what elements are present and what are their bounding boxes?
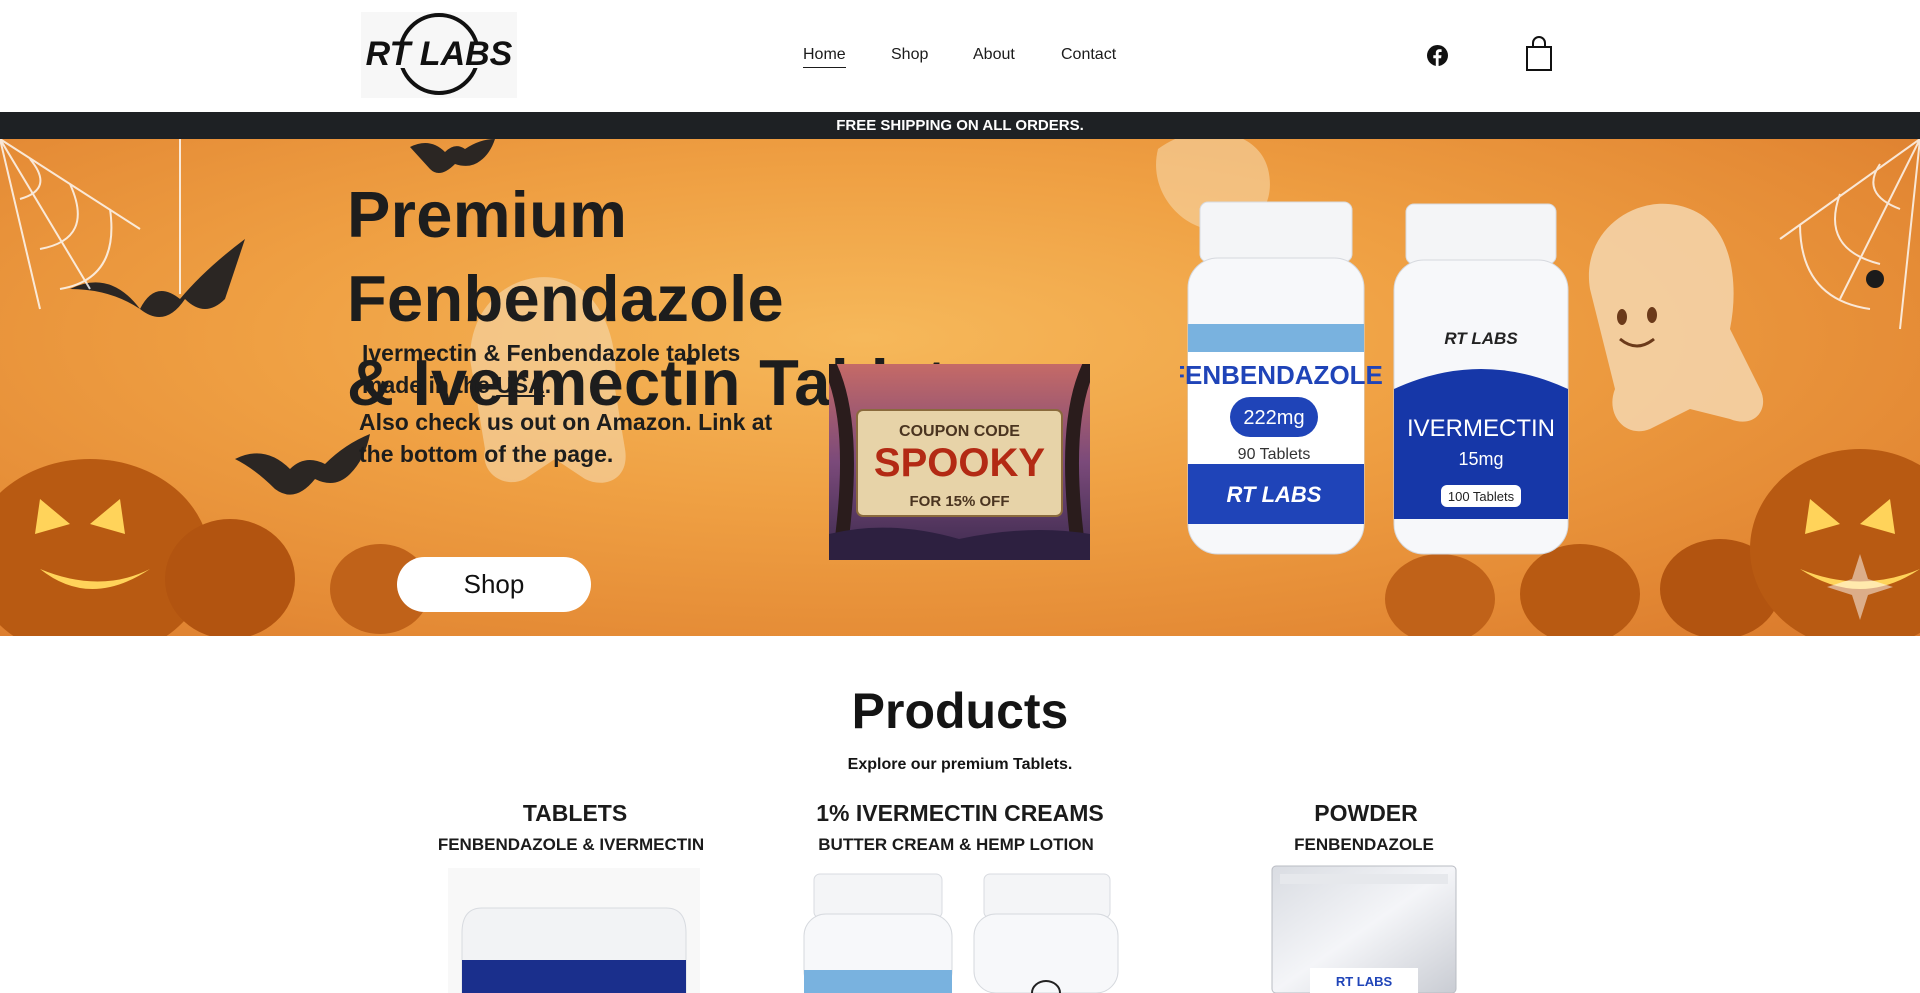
svg-text:COUPON CODE: COUPON CODE: [899, 423, 1020, 440]
nav-contact[interactable]: Contact: [1061, 44, 1116, 66]
category-tablets-subtitle: FENBENDAZOLE & IVERMECTIN: [437, 835, 705, 854]
svg-text:100 Tablets: 100 Tablets: [1448, 489, 1515, 504]
main-nav: Home Shop About Contact: [0, 44, 1920, 68]
category-tablets-title[interactable]: TABLETS: [475, 800, 675, 827]
svg-text:FOR 15% OFF: FOR 15% OFF: [909, 493, 1009, 510]
svg-text:FENBENDAZOLE: FENBENDAZOLE: [1180, 360, 1383, 390]
svg-text:SPOOKY: SPOOKY: [874, 441, 1045, 485]
nav-about[interactable]: About: [973, 44, 1015, 66]
products-heading: Products: [851, 683, 1069, 739]
tablets-product-image[interactable]: [448, 868, 700, 993]
hero-shop-button[interactable]: Shop: [397, 557, 591, 612]
product-bottles-image: FENBENDAZOLE 222mg 90 Tablets RT LABS RT…: [1169, 194, 1580, 564]
ivermectin-bottle: RT LABS IVERMECTIN 15mg 100 Tablets: [1393, 203, 1569, 555]
svg-text:222mg: 222mg: [1243, 407, 1304, 429]
svg-text:IVERMECTIN: IVERMECTIN: [1407, 415, 1555, 442]
usa-link[interactable]: USA: [496, 372, 545, 398]
shopping-bag-icon[interactable]: [1524, 36, 1554, 72]
category-powder-title[interactable]: POWDER: [1266, 800, 1466, 827]
svg-text:RT LABS: RT LABS: [1336, 974, 1393, 989]
svg-text:15mg: 15mg: [1458, 449, 1503, 469]
svg-text:90 Tablets: 90 Tablets: [1238, 446, 1311, 463]
category-creams-subtitle: BUTTER CREAM & HEMP LOTION: [818, 835, 1094, 854]
hero-banner: Premium Fenbendazole & Ivermectin Tablet…: [0, 139, 1920, 636]
creams-product-image[interactable]: [800, 868, 1120, 993]
hero-subtitle: Ivermectin & Fenbendazole tablets made i…: [362, 340, 741, 398]
facebook-icon[interactable]: [1427, 45, 1448, 66]
site-header: RT LABS Home Shop About Contact: [0, 0, 1920, 112]
category-creams-title[interactable]: 1% IVERMECTIN CREAMS: [780, 800, 1140, 827]
category-powder-subtitle: FENBENDAZOLE: [1294, 835, 1434, 854]
svg-text:RT LABS: RT LABS: [1227, 482, 1322, 507]
powder-product-image[interactable]: RT LABS: [1270, 864, 1458, 993]
announcement-bar: FREE SHIPPING ON ALL ORDERS.: [0, 112, 1920, 139]
products-subheading: Explore our premium Tablets.: [847, 756, 1073, 773]
svg-text:RT LABS: RT LABS: [1444, 329, 1518, 348]
hero-amazon-note: Also check us out on Amazon. Link at the…: [359, 409, 773, 467]
nav-home[interactable]: Home: [803, 44, 846, 68]
fenbendazole-bottle: FENBENDAZOLE 222mg 90 Tablets RT LABS: [1169, 201, 1383, 555]
nav-shop[interactable]: Shop: [891, 44, 928, 66]
coupon-banner: COUPON CODE SPOOKY FOR 15% OFF: [822, 360, 1097, 562]
